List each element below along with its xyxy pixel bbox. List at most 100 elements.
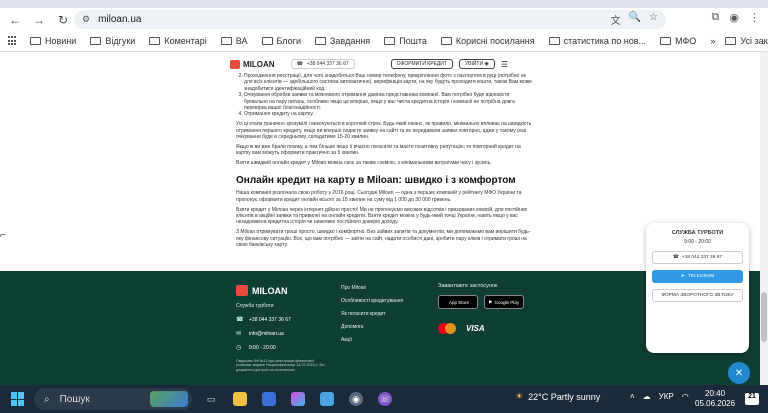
footer-email[interactable]: ✉ info@miloan.ua xyxy=(236,330,326,338)
language-indicator[interactable]: УКР xyxy=(659,392,674,401)
forward-icon[interactable]: → xyxy=(30,11,48,29)
profile-icon[interactable]: ◉ xyxy=(729,11,739,24)
support-label: Служба турботи xyxy=(236,303,274,309)
menu-icon[interactable]: ⋮ xyxy=(749,11,760,24)
app-store-button[interactable]: App Store xyxy=(438,295,478,309)
header-phone[interactable]: ☎ +38 044 337 36 67 xyxy=(290,59,355,69)
footer-link-about[interactable]: Про Miloan xyxy=(341,285,431,291)
login-button[interactable]: УВІЙТИ ◉ xyxy=(458,59,495,69)
article-content: Проходження реєстрації, для чого знадоби… xyxy=(236,73,532,249)
wifi-icon[interactable]: ◠ xyxy=(682,392,689,401)
paragraph: Усі ці етапи гранично зрозумілі і викону… xyxy=(236,121,532,141)
task-view-icon[interactable]: ▭ xyxy=(204,392,218,406)
bookmark-mfo[interactable]: МФО xyxy=(660,36,696,46)
phone-icon: ☎ xyxy=(236,317,244,323)
bookmark-korysni[interactable]: Корисні посилання xyxy=(440,36,535,46)
section-heading: Онлайн кредит на карту в Miloan: швидко … xyxy=(236,174,516,186)
mail-icon: ✉ xyxy=(236,331,242,337)
google-play-button[interactable]: ▶ Google Play xyxy=(484,295,524,309)
bookmark-va[interactable]: ВА xyxy=(220,36,248,46)
back-icon[interactable]: ← xyxy=(6,11,24,29)
visa-logo: VISA xyxy=(466,324,485,333)
mastercard-icon xyxy=(438,323,456,334)
address-bar[interactable]: ⚙ miloan.ua 文 🔍 ☆ xyxy=(74,10,666,29)
footer-phone[interactable]: ☎ +38 044 337 36 67 xyxy=(236,316,326,324)
steps-list: Проходження реєстрації, для чого знадоби… xyxy=(236,73,532,118)
telegram-icon: ➤ xyxy=(680,274,685,279)
folder-icon xyxy=(149,37,161,45)
zoom-icon[interactable]: 🔍 xyxy=(629,12,641,27)
clock-icon: ◷ xyxy=(236,345,242,351)
close-chat-icon[interactable]: ✕ xyxy=(728,362,750,384)
legal-note: Свідоцтво ФК №13 про реєстрацію фінансов… xyxy=(236,359,325,372)
bookmark-novyny[interactable]: Новини xyxy=(30,36,76,46)
payment-logos: VISA xyxy=(438,323,548,334)
tray-arrow-icon[interactable]: ˄ xyxy=(630,392,635,401)
apply-credit-button[interactable]: ОФОРМИТИ КРЕДИТ xyxy=(390,59,453,69)
folder-icon xyxy=(261,37,273,45)
folder-icon xyxy=(30,37,41,45)
telegram-button[interactable]: ➤ TELEGRAM xyxy=(652,270,743,283)
folder-icon xyxy=(384,37,396,45)
notifications-badge[interactable]: 21 xyxy=(745,393,759,405)
apps-icon[interactable] xyxy=(8,36,16,46)
user-icon: ◉ xyxy=(484,61,489,67)
copilot-icon[interactable] xyxy=(291,392,305,406)
site-info-icon[interactable]: ⚙ xyxy=(82,14,90,25)
store-icon[interactable] xyxy=(262,392,276,406)
more-bookmarks-icon[interactable]: » xyxy=(710,36,715,46)
bookmark-star-icon[interactable]: ☆ xyxy=(649,12,658,27)
paragraph: З Miloan отримувати гроші просто, швидко… xyxy=(236,229,531,249)
scrollbar-thumb[interactable] xyxy=(761,292,767,342)
feedback-form-button[interactable]: ФОРМА ЗВОРОТНОГО ЗВ'ЯЗКУ xyxy=(652,289,743,302)
hamburger-menu-icon[interactable]: ☰ xyxy=(501,60,508,69)
bookmark-zavdannya[interactable]: Завдання xyxy=(314,36,370,46)
bookmark-statystyka[interactable]: статистика по нов... xyxy=(548,36,646,46)
list-item: Отримання кредиту на картку. xyxy=(244,111,532,117)
apps-title: Завантажте застосунок xyxy=(438,283,498,289)
support-title: СЛУЖБА ТУРБОТИ xyxy=(671,230,724,236)
file-explorer-icon[interactable] xyxy=(233,392,247,406)
paragraph: Якщо ж ви вже брали позику, а тим більше… xyxy=(236,144,521,157)
viber-icon[interactable]: ☏ xyxy=(378,392,392,406)
page-scrollbar[interactable] xyxy=(760,52,768,385)
translate-icon[interactable]: 文 xyxy=(611,12,621,27)
clock[interactable]: 20:40 05.06.2026 xyxy=(695,389,735,409)
folder-icon xyxy=(440,37,452,45)
app-icon[interactable] xyxy=(320,392,334,406)
bookmark-poshta[interactable]: Пошта xyxy=(384,36,427,46)
url-text: miloan.ua xyxy=(98,14,142,25)
bookmark-blogy[interactable]: Блоги xyxy=(261,36,301,46)
reload-icon[interactable]: ↻ xyxy=(54,11,72,29)
paragraph: Взяти швидкий онлайн кредит у Miloan мож… xyxy=(236,160,492,167)
support-widget: СЛУЖБА ТУРБОТИ 9:00 - 20:00 ☎ +38 044 337… xyxy=(646,223,749,353)
start-button[interactable] xyxy=(11,392,25,406)
all-bookmarks[interactable]: Усі закладки xyxy=(725,36,768,46)
support-phone-button[interactable]: ☎ +38 044 337 36 67 xyxy=(652,251,743,264)
list-item: Проходження реєстрації, для чого знадоби… xyxy=(244,73,532,92)
footer-link-help[interactable]: Допомога xyxy=(341,324,431,330)
folder-icon xyxy=(660,37,672,45)
taskbar-search[interactable]: ⌕ Пошук xyxy=(34,388,192,410)
footer-link-promo[interactable]: Акції xyxy=(341,337,431,343)
paragraph: Взяти кредит у Мілоан через інтернет дій… xyxy=(236,206,528,226)
folder-icon xyxy=(548,37,560,45)
site-header: MILOAN ☎ +38 044 337 36 67 ОФОРМИТИ КРЕДИ… xyxy=(230,56,530,72)
bookmark-vidguky[interactable]: Відгуки xyxy=(90,36,135,46)
folder-icon xyxy=(220,37,232,45)
onedrive-icon[interactable]: ☁ xyxy=(643,392,651,401)
mouse-cursor-icon: ⌐ xyxy=(0,230,6,241)
bookmark-komentari[interactable]: Коментарі xyxy=(149,36,207,46)
logo-mark-icon xyxy=(236,285,248,296)
footer-hours: ◷ 9:00 - 20:00 xyxy=(236,344,276,352)
extensions-icon[interactable]: ⧉ xyxy=(712,11,720,24)
bookmarks-bar: Новини Відгуки Коментарі ВА Блоги Завдан… xyxy=(0,31,768,52)
chrome-icon[interactable]: ◉ xyxy=(349,392,363,406)
list-item: Очікування обробки заявки та можливого о… xyxy=(244,92,532,111)
footer-link-features[interactable]: Особливості кредитування xyxy=(341,298,431,304)
taskbar: ⌕ Пошук ▭ ◉ ☏ ☀ 22°C Partly sunny ˄ ☁ УКР… xyxy=(0,385,768,413)
footer-link-repay[interactable]: Як погасити кредит xyxy=(341,311,431,317)
site-logo[interactable]: MILOAN xyxy=(230,59,275,69)
footer-logo[interactable]: MILOAN xyxy=(236,285,326,296)
weather-widget[interactable]: ☀ 22°C Partly sunny xyxy=(515,391,600,402)
